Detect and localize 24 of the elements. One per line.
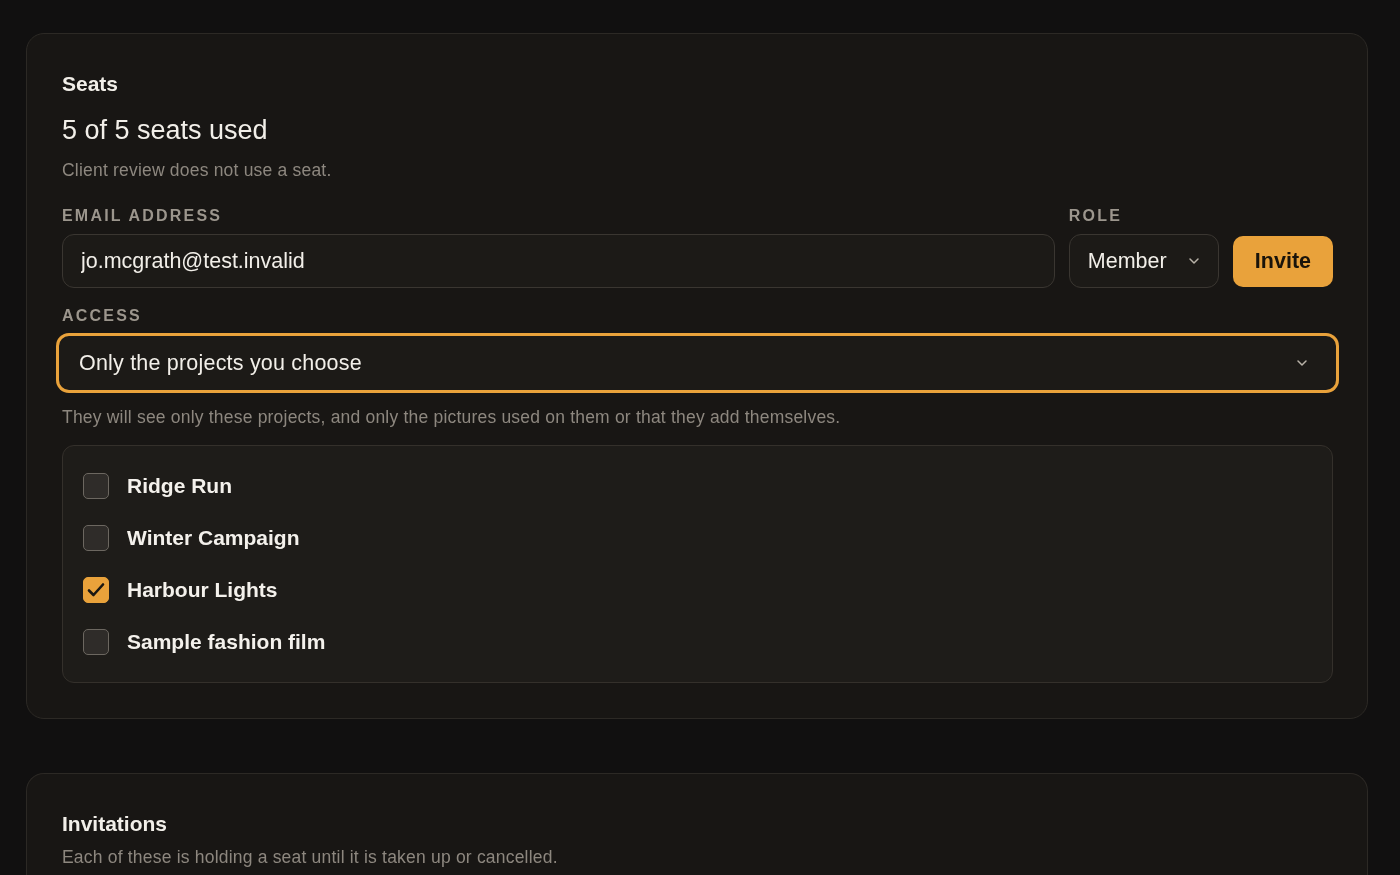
email-field[interactable]: jo.mcgrath@test.invalid: [62, 234, 1055, 288]
field-label: ROLE: [1068, 207, 1124, 225]
access-dropdown[interactable]: Only the projects you choose: [59, 336, 1336, 390]
project-name: Winter Campaign: [127, 526, 300, 550]
project-name: Harbour Lights: [127, 578, 278, 602]
checkbox[interactable]: [83, 525, 109, 551]
project-name: Sample fashion film: [127, 630, 326, 654]
checkbox[interactable]: [83, 577, 109, 603]
checkbox[interactable]: [83, 629, 109, 655]
access-help-text: They will see only these projects, and only the pictures used on them or that they add themselves.: [62, 407, 842, 428]
section-description: Each of these is holding a seat until it is taken up or cancelled.: [62, 847, 559, 868]
role-dropdown[interactable]: Member: [1068, 234, 1219, 288]
seat-note: Client review does not use a seat.: [62, 160, 333, 181]
chevron-down-icon: [1187, 257, 1200, 265]
checkmark-icon: [87, 582, 105, 598]
field-label: ACCESS: [62, 307, 143, 325]
project-name: Ridge Run: [127, 474, 232, 498]
field-label: EMAIL ADDRESS: [62, 207, 224, 225]
section-title: Seats: [62, 72, 120, 96]
invite-button[interactable]: Invite: [1232, 236, 1333, 287]
checkbox[interactable]: [83, 473, 109, 499]
seat-usage: 5 of 5 seats used: [62, 115, 269, 146]
section-title: Invitations: [62, 812, 168, 836]
chevron-down-icon: [1296, 359, 1308, 367]
